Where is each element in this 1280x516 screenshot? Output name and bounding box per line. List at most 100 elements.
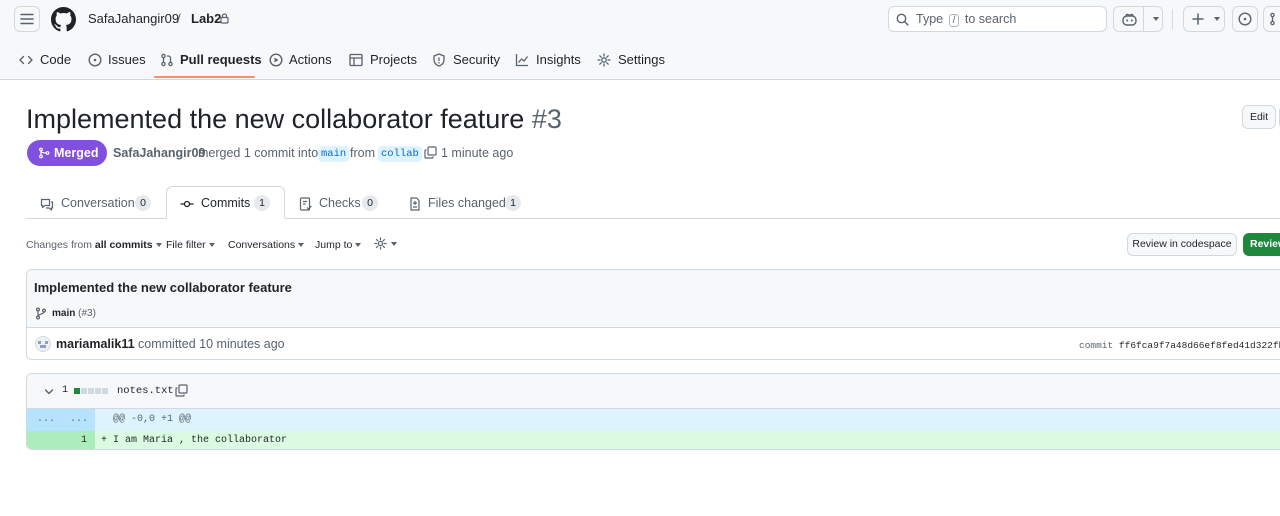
changes-from-dropdown[interactable]: Changes from all commits xyxy=(26,239,162,251)
diff-settings-dropdown[interactable] xyxy=(374,237,398,251)
commit-time: committed 10 minutes ago xyxy=(138,337,285,351)
create-new-button[interactable] xyxy=(1183,6,1225,32)
breadcrumb-separator: / xyxy=(177,11,181,26)
page-title: Implemented the new collaborator feature… xyxy=(26,102,562,136)
issue-icon xyxy=(88,53,102,67)
review-in-codespace-button[interactable]: Review in codespace xyxy=(1127,233,1237,256)
copy-icon[interactable] xyxy=(424,146,437,159)
chevron-down-icon xyxy=(208,243,215,248)
search-icon xyxy=(896,13,909,26)
edit-button[interactable]: Edit xyxy=(1242,105,1276,129)
diff-line-added: 1 + I am Maria , the collaborator xyxy=(27,431,1280,449)
tab-files-changed[interactable]: Files changed xyxy=(428,196,506,210)
commit-meta: mariamalik11 committed 10 minutes ago xyxy=(56,337,285,351)
nav-security[interactable]: Security xyxy=(453,52,500,67)
nav-active-underline xyxy=(154,76,255,78)
search-input[interactable]: Type / to search xyxy=(888,6,1107,32)
conversations-dropdown[interactable]: Conversations xyxy=(228,239,305,251)
github-mark-icon xyxy=(51,7,76,32)
shield-icon xyxy=(433,53,445,67)
avatar[interactable] xyxy=(35,336,51,352)
tab-checks[interactable]: Checks xyxy=(319,196,361,210)
pr-author[interactable]: SafaJahangir09 xyxy=(113,146,205,160)
diffstat xyxy=(74,388,108,394)
nav-insights[interactable]: Insights xyxy=(536,52,581,67)
github-logo[interactable] xyxy=(51,7,76,32)
hunk-gutter[interactable]: ... ... xyxy=(27,409,95,431)
diffstat-neutral-block xyxy=(95,388,101,394)
chevron-down-icon xyxy=(355,243,362,248)
chevron-down-icon xyxy=(391,242,397,246)
checklist-icon xyxy=(299,197,312,211)
nav-code[interactable]: Code xyxy=(40,52,71,67)
git-branch-icon xyxy=(36,307,46,320)
hunk-header: @@ -0,0 +1 @@ xyxy=(113,414,192,425)
commit-sha[interactable]: commit ff6fca9f7a48d66ef8fed41d322fb xyxy=(1079,340,1280,351)
hunk-expand-right[interactable]: ... xyxy=(70,414,88,425)
jump-to-dropdown[interactable]: Jump to xyxy=(315,239,362,251)
commit-author[interactable]: mariamalik11 xyxy=(56,337,135,351)
lock-icon xyxy=(220,13,229,24)
commit-branch: main (#3) xyxy=(52,308,96,319)
copilot-divider xyxy=(1143,7,1144,31)
changes-from-prefix: Changes from xyxy=(26,239,92,251)
copilot-icon xyxy=(1122,13,1137,26)
head-branch[interactable]: collab xyxy=(378,146,422,162)
line-content: I am Maria , the collaborator xyxy=(113,435,288,446)
pr-action-text: merged 1 commit into xyxy=(198,146,319,160)
line-sign: + xyxy=(101,435,108,446)
tab-commits[interactable]: Commits xyxy=(201,196,250,210)
pull-request-icon xyxy=(161,53,173,67)
issues-button[interactable] xyxy=(1232,6,1258,32)
search-placeholder: Type / to search xyxy=(916,12,1016,27)
git-pull-request-icon xyxy=(1270,12,1275,26)
file-filter-label: File filter xyxy=(166,239,206,251)
graph-icon xyxy=(515,54,529,67)
status-badge: Merged xyxy=(27,140,107,166)
file-filter-dropdown[interactable]: File filter xyxy=(166,239,215,251)
jump-to-label: Jump to xyxy=(315,239,353,251)
nav-issues[interactable]: Issues xyxy=(108,52,146,67)
menu-button[interactable] xyxy=(14,6,40,32)
tab-conversation[interactable]: Conversation xyxy=(61,196,135,210)
gear-icon xyxy=(374,237,387,250)
nav-projects[interactable]: Projects xyxy=(370,52,417,67)
review-changes-button[interactable]: Review xyxy=(1243,233,1280,256)
breadcrumb-repo[interactable]: Lab2 xyxy=(191,11,221,27)
breadcrumb-owner[interactable]: SafaJahangir09 xyxy=(88,11,179,27)
line-number-gutter: 1 xyxy=(27,431,95,449)
commit-header: Implemented the new collaborator feature… xyxy=(27,270,1280,328)
nav-settings[interactable]: Settings xyxy=(618,52,665,67)
conversations-label: Conversations xyxy=(228,239,296,251)
nav-pull-requests[interactable]: Pull requests xyxy=(180,52,262,67)
status-badge-label: Merged xyxy=(54,146,99,160)
copy-icon[interactable] xyxy=(175,384,188,397)
diff-filename[interactable]: notes.txt xyxy=(117,385,174,397)
search-placeholder-suffix: to search xyxy=(964,12,1017,26)
chevron-down-icon[interactable] xyxy=(44,387,54,397)
pr-from-text: from xyxy=(350,146,375,160)
commit-title[interactable]: Implemented the new collaborator feature xyxy=(34,280,292,295)
diffstat-neutral-block xyxy=(102,388,108,394)
copilot-button[interactable] xyxy=(1113,6,1163,32)
search-placeholder-prefix: Type xyxy=(916,12,944,26)
chevron-down-icon xyxy=(298,243,305,248)
base-branch[interactable]: main xyxy=(318,146,350,162)
commit-card: Implemented the new collaborator feature… xyxy=(26,269,1280,360)
commit-pr-ref[interactable]: (#3) xyxy=(78,308,96,319)
chevron-down-icon xyxy=(1214,17,1220,21)
issue-opened-icon xyxy=(1238,12,1252,26)
hamburger-icon xyxy=(20,13,34,25)
changes-from-value: all commits xyxy=(94,239,153,251)
commit-branch-name[interactable]: main xyxy=(52,308,75,319)
pull-requests-button[interactable] xyxy=(1263,6,1280,32)
hunk-row: ... ... @@ -0,0 +1 @@ xyxy=(27,409,1280,431)
hunk-expand-left[interactable]: ... xyxy=(37,414,55,425)
commit-icon xyxy=(180,200,194,208)
tab-commits-count: 1 xyxy=(254,195,270,211)
nav-actions[interactable]: Actions xyxy=(289,52,332,67)
commit-sha-value: ff6fca9f7a48d66ef8fed41d322fb xyxy=(1118,340,1280,351)
line-number[interactable]: 1 xyxy=(81,435,87,446)
diffstat-neutral-block xyxy=(88,388,94,394)
app-header: SafaJahangir09 / Lab2 Type / to search C… xyxy=(0,0,1280,80)
